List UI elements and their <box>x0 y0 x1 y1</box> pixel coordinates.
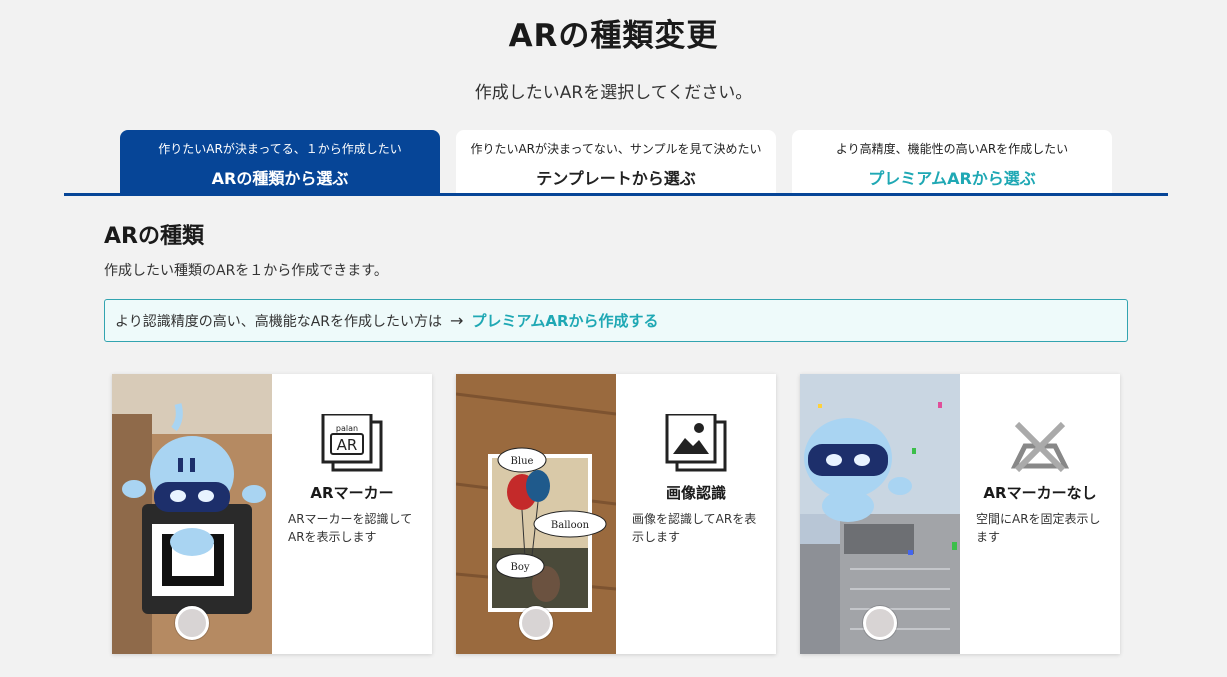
ar-marker-icon-caption: palan <box>336 424 358 433</box>
card-no-marker-title: ARマーカーなし <box>983 484 1097 502</box>
tab-ar-type-caption: 作りたいARが決まってる、１から作成したい <box>158 142 402 156</box>
page-subtitle: 作成したいARを選択してください。 <box>474 83 753 103</box>
ar-marker-icon: palan AR <box>319 412 385 480</box>
arrow-right-icon: → <box>450 311 464 330</box>
card-ar-marker-title: ARマーカー <box>310 484 394 502</box>
card-ar-marker-description: ARマーカーを認識してARを表示します <box>288 512 413 544</box>
premium-create-link[interactable]: プレミアムARから作成する <box>471 310 658 331</box>
card-no-marker-description: 空間にARを固定表示します <box>976 512 1101 544</box>
svg-text:Blue: Blue <box>511 456 534 467</box>
ar-marker-photo <box>112 374 272 654</box>
no-marker-photo <box>800 374 960 654</box>
card-image-recognition[interactable]: Blue Balloon Boy 画像認識 画像を認識してARを表示します <box>456 374 776 654</box>
section-title: ARの種類 <box>104 224 204 249</box>
type-tabs: 作りたいARが決まってる、１から作成したい ARの種類から選ぶ 作りたいARが決… <box>120 130 1112 194</box>
card-ar-marker[interactable]: palan AR ARマーカー ARマーカーを認識してARを表示します <box>112 374 432 654</box>
page-title: ARの種類変更 <box>508 18 719 54</box>
camera-shutter-button[interactable] <box>519 606 553 640</box>
tab-ar-type[interactable]: 作りたいARが決まってる、１から作成したい ARの種類から選ぶ <box>120 130 440 194</box>
balloon-label-boy: Boy <box>495 553 545 579</box>
tab-template[interactable]: 作りたいARが決まってない、サンプルを見て決めたい テンプレートから選ぶ <box>456 130 776 194</box>
tab-underline <box>64 193 1168 196</box>
balloon-label-balloon: Balloon <box>533 510 607 538</box>
svg-text:Boy: Boy <box>510 562 529 573</box>
card-image-recognition-title: 画像認識 <box>665 484 726 502</box>
section-description: 作成したい種類のARを１から作成できます。 <box>104 263 388 279</box>
balloon-label-blue: Blue <box>497 447 547 473</box>
notice-text: より認識精度の高い、高機能なARを作成したい方は <box>115 313 443 330</box>
tab-template-caption: 作りたいARが決まってない、サンプルを見て決めたい <box>470 142 762 156</box>
tab-premium-label: プレミアムARから選ぶ <box>868 169 1036 188</box>
ar-marker-icon-label: AR <box>337 436 358 454</box>
tab-ar-type-label: ARの種類から選ぶ <box>211 169 349 188</box>
tab-template-label: テンプレートから選ぶ <box>536 169 696 188</box>
tab-premium-caption: より高精度、機能性の高いARを作成したい <box>835 142 1069 156</box>
camera-shutter-button[interactable] <box>175 606 209 640</box>
card-no-marker[interactable]: ARマーカーなし 空間にARを固定表示します <box>800 374 1120 654</box>
premium-notice: より認識精度の高い、高機能なARを作成したい方は → プレミアムARから作成する <box>104 299 1128 342</box>
camera-shutter-button[interactable] <box>863 606 897 640</box>
tab-premium[interactable]: より高精度、機能性の高いARを作成したい プレミアムARから選ぶ <box>792 130 1112 194</box>
image-recognition-photo: Blue Balloon Boy <box>456 374 616 654</box>
image-recognition-info: 画像認識 画像を認識してARを表示します <box>616 374 776 654</box>
no-marker-icon <box>1007 414 1073 480</box>
image-icon <box>663 412 729 480</box>
card-image-recognition-description: 画像を認識してARを表示します <box>632 512 757 544</box>
svg-text:Balloon: Balloon <box>551 520 590 531</box>
ar-marker-info: palan AR ARマーカー ARマーカーを認識してARを表示します <box>272 374 432 654</box>
no-marker-info: ARマーカーなし 空間にARを固定表示します <box>960 374 1120 654</box>
